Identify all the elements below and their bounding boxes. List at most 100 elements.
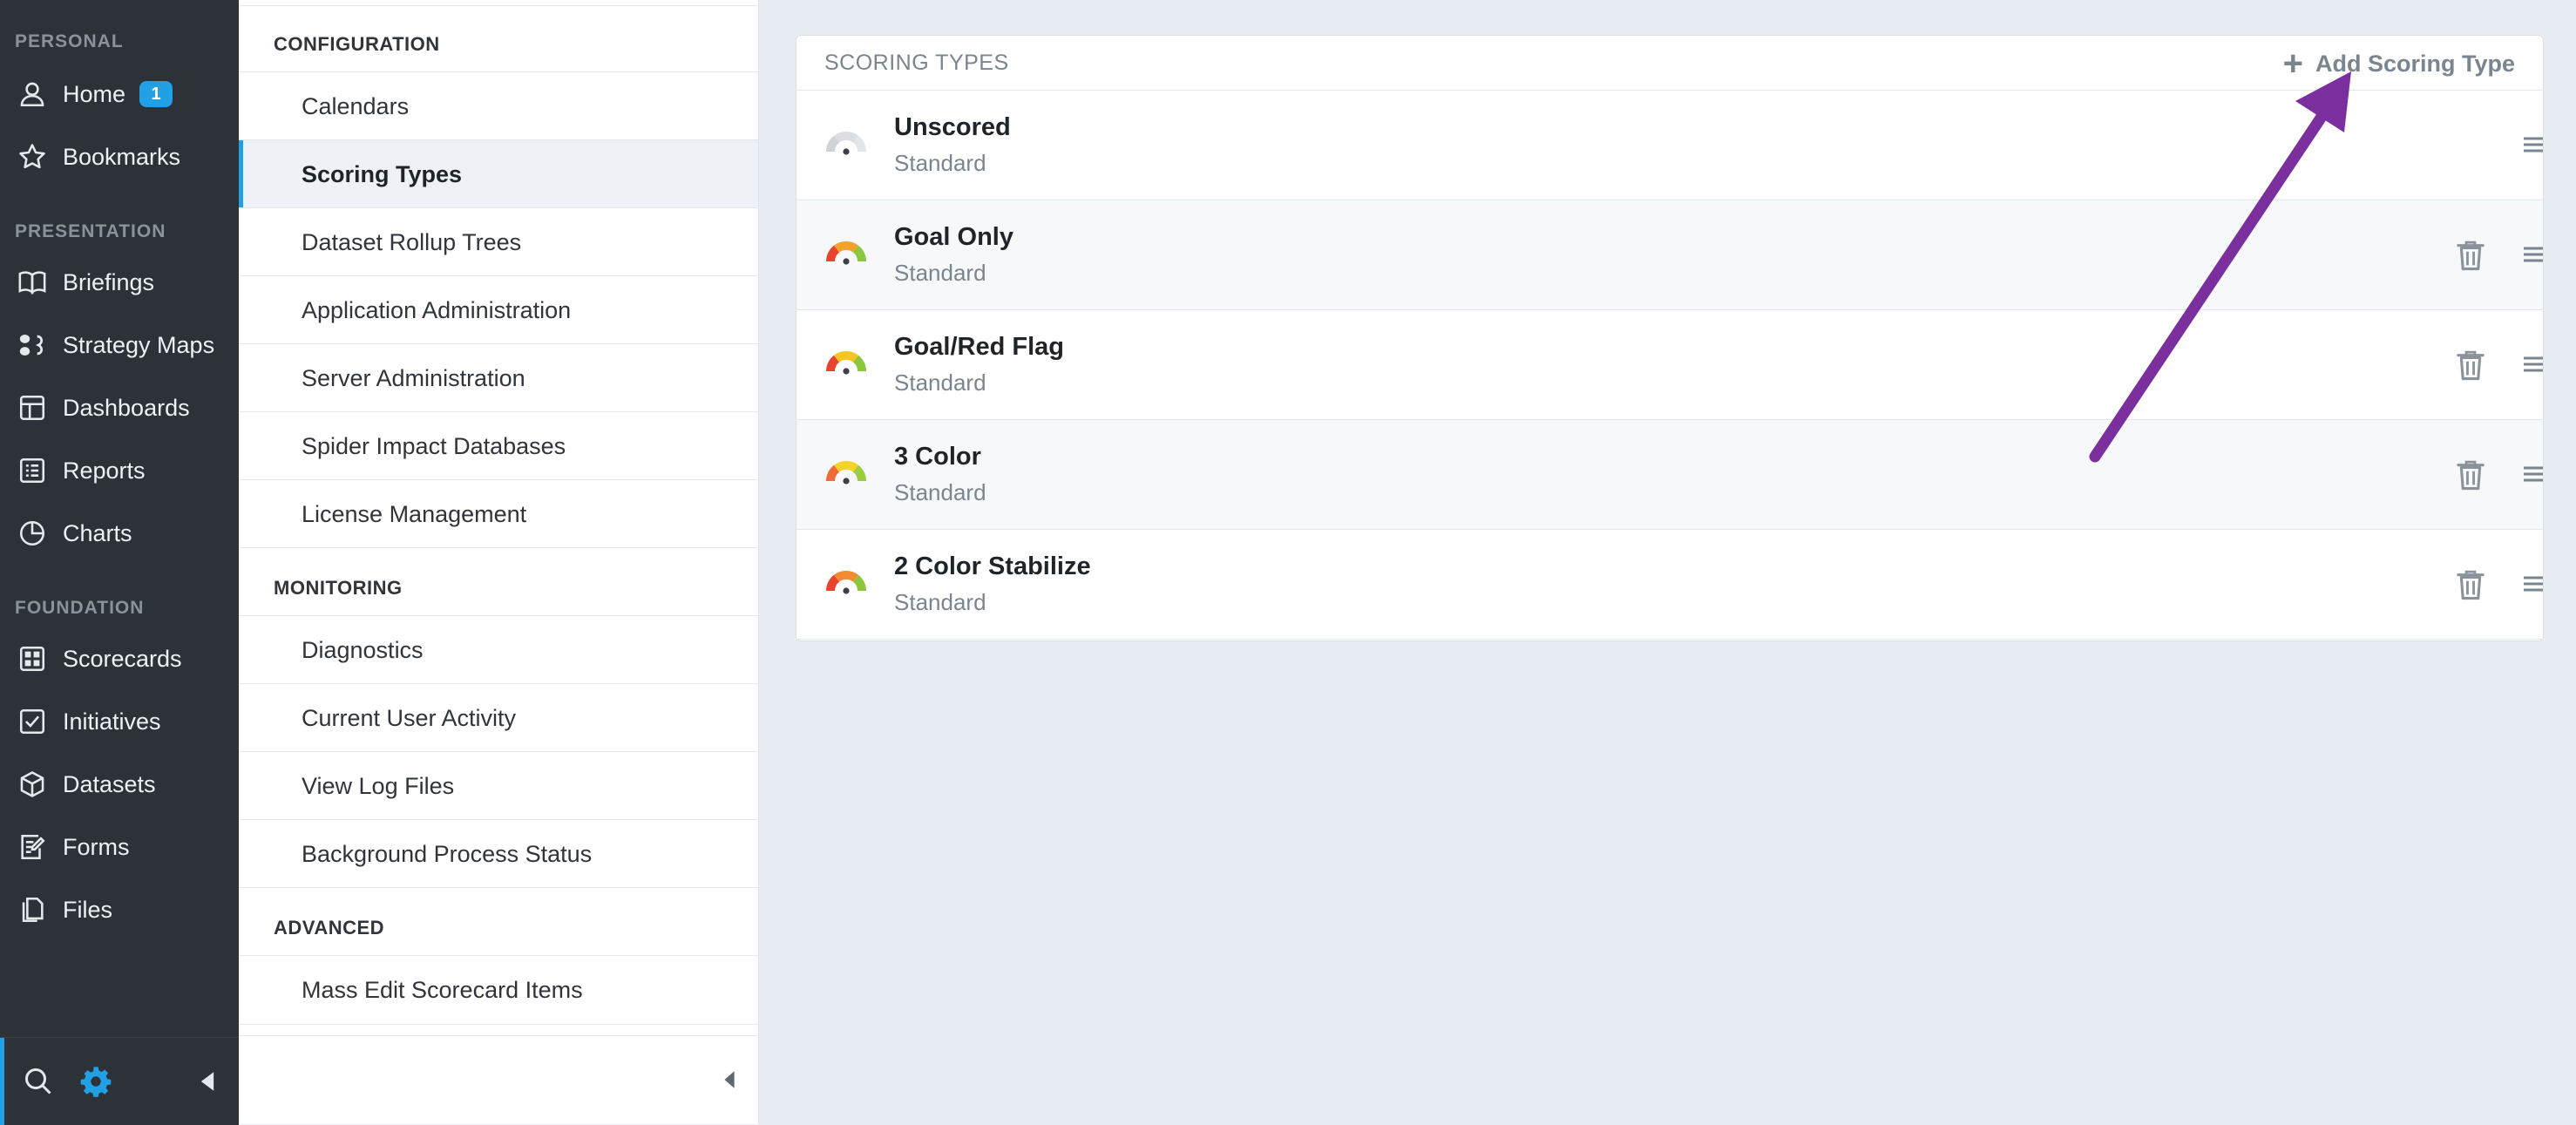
nav-item-label: Home	[63, 80, 126, 107]
nav-item-forms[interactable]: Forms	[0, 821, 239, 873]
menu-item-label: Mass Edit Scorecard Items	[302, 976, 583, 1003]
scorecard-icon	[16, 642, 49, 675]
book-icon	[16, 266, 49, 299]
menu-item-label: Dataset Rollup Trees	[302, 228, 522, 255]
menu-item-background-process-status[interactable]: Background Process Status	[239, 819, 758, 888]
scoring-type-kind: Standard	[894, 150, 986, 176]
report-icon	[16, 454, 49, 487]
configuration-heading: CONFIGURATION	[274, 33, 440, 55]
trash-icon[interactable]	[2456, 568, 2485, 601]
nav-item-label: Dashboards	[63, 394, 190, 421]
search-icon[interactable]	[19, 1062, 58, 1101]
scoring-type-row[interactable]: Goal/Red Flag Standard	[797, 310, 2543, 420]
active-indicator	[0, 1038, 4, 1125]
menu-divider	[239, 1035, 758, 1036]
scoring-type-kind: Standard	[894, 479, 986, 505]
admin-menu: CONFIGURATION Calendars Scoring Types Da…	[239, 0, 759, 1124]
menu-item-label: Diagnostics	[302, 636, 424, 663]
panel-header: SCORING TYPES + Add Scoring Type	[797, 36, 2543, 91]
nav-item-reports[interactable]: Reports	[0, 444, 239, 497]
menu-item-label: Spider Impact Databases	[302, 432, 566, 459]
form-icon	[16, 830, 49, 864]
files-icon	[16, 893, 49, 926]
menu-item-server-administration[interactable]: Server Administration	[239, 343, 758, 412]
menu-item-dataset-rollup-trees[interactable]: Dataset Rollup Trees	[239, 207, 758, 276]
menu-item-label: License Management	[302, 500, 527, 527]
drag-handle-icon[interactable]	[2522, 132, 2543, 157]
menu-item-label: Background Process Status	[302, 840, 593, 867]
nav-item-label: Reports	[63, 457, 146, 484]
nav-item-files[interactable]: Files	[0, 884, 239, 936]
scoring-type-row[interactable]: Unscored Standard	[797, 91, 2543, 200]
scoring-type-row[interactable]: 2 Color Stabilize Standard	[797, 530, 2543, 640]
add-scoring-type-button[interactable]: + Add Scoring Type	[2283, 46, 2515, 81]
trash-icon[interactable]	[2456, 458, 2485, 491]
monitoring-heading: MONITORING	[274, 577, 403, 599]
nav-section-presentation: PRESENTATION	[15, 221, 166, 241]
checkbox-icon	[16, 705, 49, 738]
notification-badge: 1	[139, 81, 173, 107]
nav-item-label: Initiatives	[63, 708, 161, 735]
menu-item-scoring-types[interactable]: Scoring Types	[239, 139, 758, 208]
menu-item-label: Calendars	[302, 92, 410, 119]
gear-icon[interactable]	[77, 1062, 115, 1101]
trash-icon[interactable]	[2456, 239, 2485, 272]
drag-handle-icon[interactable]	[2522, 462, 2543, 486]
nav-item-label: Bookmarks	[63, 143, 181, 170]
scoring-type-kind: Standard	[894, 369, 986, 396]
nav-item-initiatives[interactable]: Initiatives	[0, 695, 239, 748]
menu-item-diagnostics[interactable]: Diagnostics	[239, 615, 758, 684]
menu-item-view-log-files[interactable]: View Log Files	[239, 751, 758, 820]
menu-item-label: Current User Activity	[302, 704, 517, 731]
nav-section-personal: PERSONAL	[15, 31, 124, 51]
nav-item-label: Forms	[63, 833, 130, 860]
scoring-type-name: Goal Only	[894, 223, 1013, 251]
menu-item-spider-impact-databases[interactable]: Spider Impact Databases	[239, 411, 758, 480]
nav-item-label: Datasets	[63, 770, 156, 797]
nav-item-datasets[interactable]: Datasets	[0, 758, 239, 810]
nav-item-strategy-maps[interactable]: Strategy Maps	[0, 319, 239, 371]
nav-item-label: Briefings	[63, 268, 155, 295]
menu-item-license-management[interactable]: License Management	[239, 479, 758, 548]
caret-left-icon[interactable]	[188, 1062, 227, 1101]
scoring-type-name: Unscored	[894, 113, 1011, 141]
gauge-icon	[825, 131, 867, 155]
scoring-type-name: 2 Color Stabilize	[894, 552, 1091, 580]
drag-handle-icon[interactable]	[2522, 352, 2543, 376]
menu-item-label: Server Administration	[302, 364, 525, 391]
menu-item-current-user-activity[interactable]: Current User Activity	[239, 683, 758, 752]
scoring-type-row[interactable]: Goal Only Standard	[797, 200, 2543, 310]
star-icon	[16, 140, 49, 173]
scoring-type-name: 3 Color	[894, 443, 981, 471]
nav-item-label: Scorecards	[63, 645, 182, 672]
nav-item-charts[interactable]: Charts	[0, 507, 239, 559]
trash-icon[interactable]	[2456, 349, 2485, 382]
scoring-type-kind: Standard	[894, 589, 986, 615]
scoring-type-name: Goal/Red Flag	[894, 333, 1064, 361]
nav-footer	[0, 1037, 239, 1125]
nav-item-scorecards[interactable]: Scorecards	[0, 633, 239, 685]
left-navigation: PERSONAL Home 1 Bookmarks PRESENTATION B…	[0, 0, 239, 1125]
menu-item-calendars[interactable]: Calendars	[239, 71, 758, 140]
menu-item-label: Application Administration	[302, 296, 572, 323]
add-scoring-type-label: Add Scoring Type	[2315, 50, 2515, 77]
gauge-icon	[825, 350, 867, 375]
menu-item-mass-edit-scorecard-items[interactable]: Mass Edit Scorecard Items	[239, 955, 758, 1025]
nav-item-briefings[interactable]: Briefings	[0, 256, 239, 308]
menu-item-application-administration[interactable]: Application Administration	[239, 275, 758, 344]
nav-item-bookmarks[interactable]: Bookmarks	[0, 131, 239, 183]
drag-handle-icon[interactable]	[2522, 242, 2543, 267]
gauge-icon	[825, 460, 867, 485]
nav-item-home[interactable]: Home 1	[0, 68, 239, 120]
scoring-type-row[interactable]: 3 Color Standard	[797, 420, 2543, 530]
nav-item-dashboards[interactable]: Dashboards	[0, 382, 239, 434]
advanced-heading: ADVANCED	[274, 917, 385, 939]
nav-section-foundation: FOUNDATION	[15, 598, 145, 618]
scoring-types-panel: SCORING TYPES + Add Scoring Type Unscore…	[796, 35, 2544, 641]
gauge-icon	[825, 570, 867, 594]
collapse-menu-icon[interactable]	[716, 1067, 742, 1093]
drag-handle-icon[interactable]	[2522, 572, 2543, 596]
scoring-type-kind: Standard	[894, 260, 986, 286]
dashboard-icon	[16, 391, 49, 424]
nav-item-label: Files	[63, 896, 113, 923]
